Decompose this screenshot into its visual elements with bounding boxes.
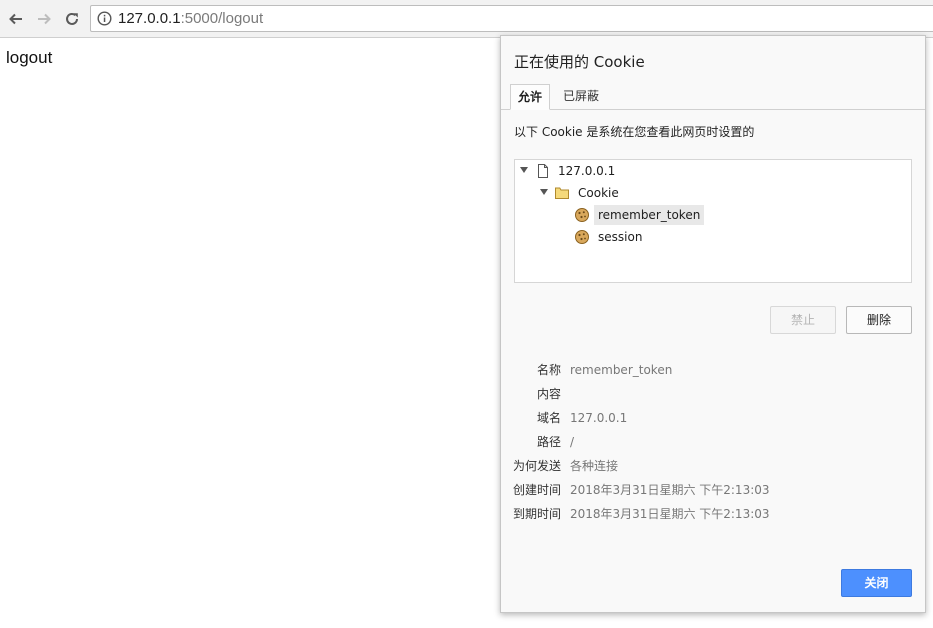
cookie-icon	[575, 208, 589, 222]
page-body-text: logout	[6, 48, 53, 67]
detail-key: 创建时间	[512, 483, 561, 497]
tree-label-site: 127.0.0.1	[558, 164, 616, 178]
close-button[interactable]: 关闭	[841, 569, 912, 597]
detail-row-content: 内容	[501, 384, 925, 404]
forward-button[interactable]	[34, 9, 54, 29]
reload-button[interactable]	[62, 9, 82, 29]
tab-allowed[interactable]: 允许	[510, 84, 550, 110]
detail-value: 各种连接	[570, 459, 619, 473]
tree-label-cookie: session	[598, 230, 643, 244]
file-icon	[538, 164, 548, 178]
expand-arrow-icon[interactable]	[520, 167, 528, 173]
detail-row-name: 名称 remember_token	[501, 360, 925, 380]
detail-value: /	[570, 435, 575, 449]
cookie-icon	[575, 230, 589, 244]
address-bar[interactable]: 127.0.0.1:5000/logout	[90, 5, 933, 32]
detail-key: 名称	[536, 363, 561, 377]
detail-value: 2018年3月31日星期六 下午2:13:03	[570, 507, 770, 521]
tree-node-folder[interactable]: Cookie	[515, 183, 911, 203]
dialog-tabs: 允许 已屏蔽	[501, 84, 925, 110]
detail-row-domain: 域名 127.0.0.1	[501, 408, 925, 428]
detail-key: 域名	[536, 411, 561, 425]
detail-row-send-for: 为何发送 各种连接	[501, 456, 925, 476]
detail-row-expires: 到期时间 2018年3月31日星期六 下午2:13:03	[501, 504, 925, 524]
folder-icon	[555, 187, 569, 199]
detail-key: 路径	[536, 435, 561, 449]
tree-label-folder: Cookie	[578, 186, 619, 200]
dialog-description: 以下 Cookie 是系统在您查看此网页时设置的	[514, 125, 755, 139]
reload-icon	[66, 12, 78, 25]
tree-node-cookie[interactable]: session	[515, 227, 911, 247]
detail-value: 2018年3月31日星期六 下午2:13:03	[570, 483, 770, 497]
cookies-dialog: 正在使用的 Cookie 允许 已屏蔽 以下 Cookie 是系统在您查看此网页…	[500, 35, 926, 613]
browser-toolbar: 127.0.0.1:5000/logout	[0, 0, 933, 38]
block-button[interactable]: 禁止	[770, 306, 836, 334]
detail-row-created: 创建时间 2018年3月31日星期六 下午2:13:03	[501, 480, 925, 500]
detail-value: 127.0.0.1	[570, 411, 628, 425]
detail-key: 内容	[536, 387, 561, 401]
detail-row-path: 路径 /	[501, 432, 925, 452]
url-host: 127.0.0.1	[118, 10, 181, 27]
detail-key: 为何发送	[512, 459, 561, 473]
tree-label-cookie: remember_token	[594, 205, 705, 225]
dialog-title: 正在使用的 Cookie	[514, 53, 645, 71]
forward-arrow-icon	[38, 13, 51, 25]
url-text: 127.0.0.1:5000/logout	[118, 10, 263, 27]
tab-blocked[interactable]: 已屏蔽	[555, 84, 607, 108]
tree-node-cookie[interactable]: remember_token	[515, 205, 911, 225]
detail-key: 到期时间	[512, 507, 561, 521]
info-icon[interactable]	[97, 11, 112, 26]
delete-button[interactable]: 删除	[846, 306, 912, 334]
back-button[interactable]	[6, 9, 26, 29]
cookie-tree: 127.0.0.1 Cookie remember_token session	[514, 159, 912, 283]
back-arrow-icon	[9, 13, 22, 25]
url-path: :5000/logout	[180, 10, 264, 27]
tree-node-site[interactable]: 127.0.0.1	[515, 161, 911, 181]
detail-value: remember_token	[570, 363, 673, 377]
expand-arrow-icon[interactable]	[540, 189, 548, 195]
